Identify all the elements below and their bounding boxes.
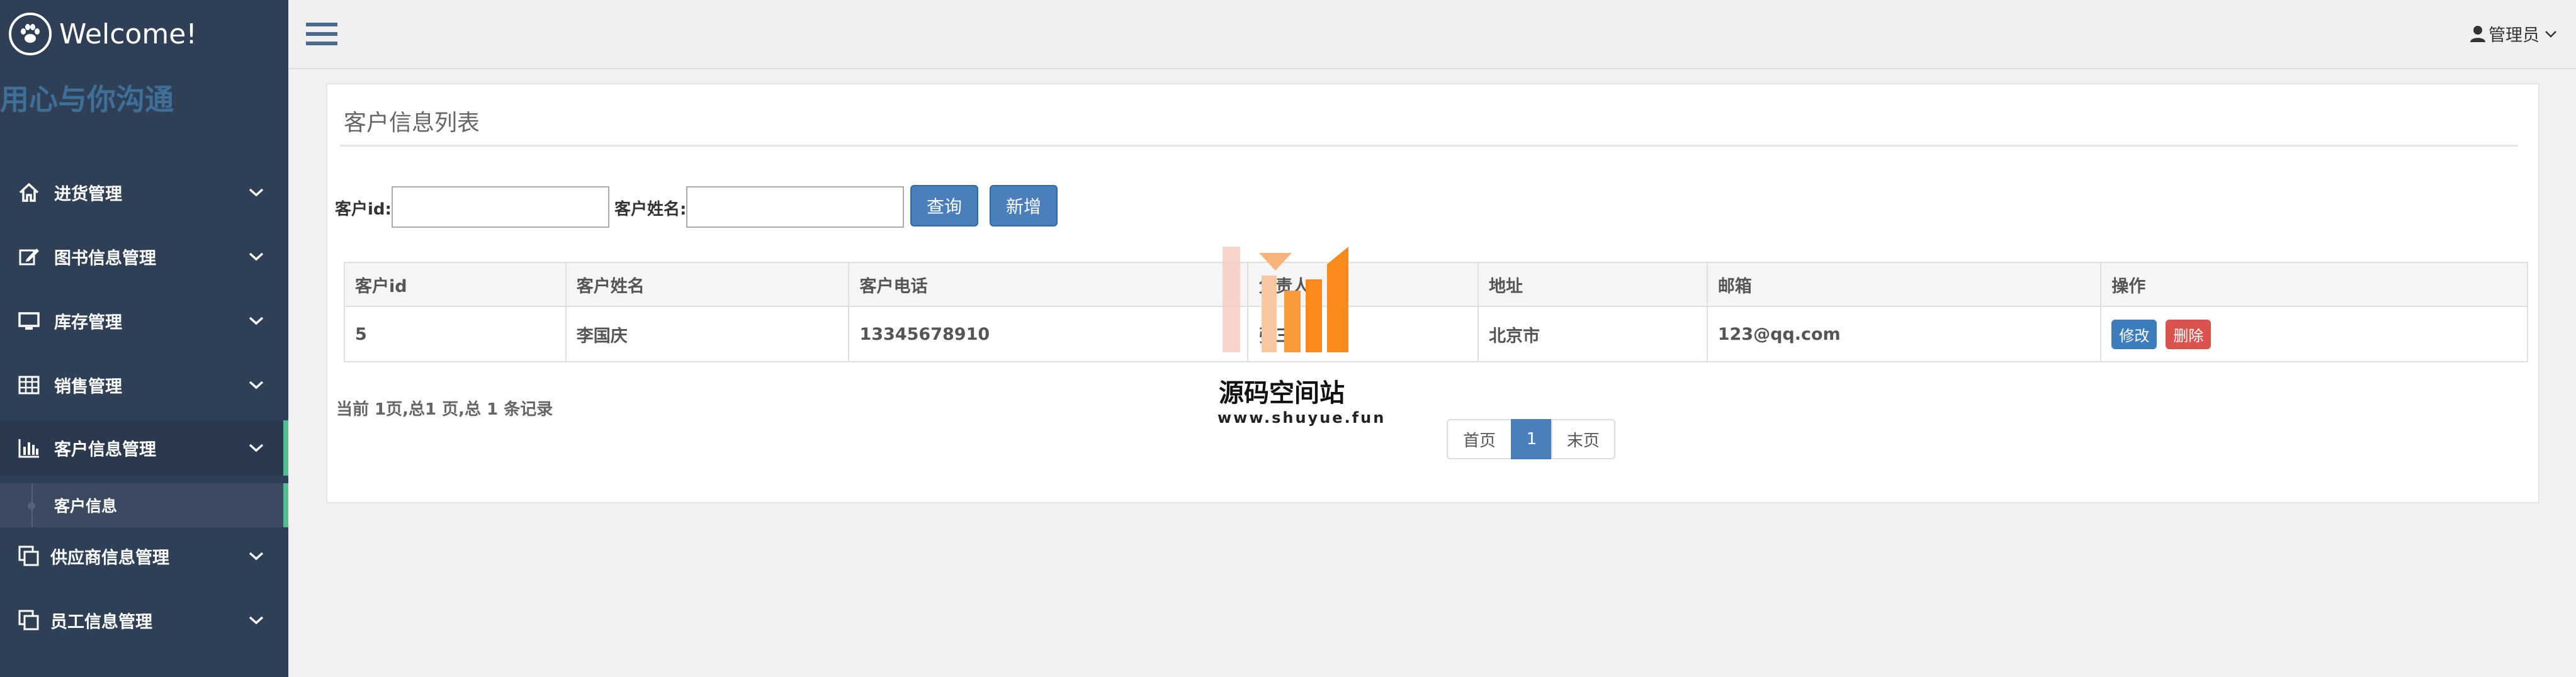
copy-icon [18,546,39,566]
cell-address: 北京市 [1477,306,1708,362]
sidebar: Welcome! 用心与你沟通 进货管理 图书信息管理 库存管理 销售管理 客户… [0,0,288,677]
chevron-down-icon [249,316,264,325]
sidebar-item-customers[interactable]: 客户信息管理 [0,420,288,476]
monitor-icon [18,312,40,330]
paw-logo-icon [9,13,52,55]
current-page-button[interactable]: 1 [1511,419,1552,459]
table-icon [18,376,40,394]
edit-icon [19,249,39,266]
table-row: 5 李国庆 13345678910 张三 北京市 123@qq.com 修改删除 [344,306,2528,362]
column-header: 操作 [2100,262,2528,307]
sidebar-item-label: 图书信息管理 [54,249,156,269]
delete-button[interactable]: 删除 [2166,319,2212,349]
pagination-info: 当前 1页,总1 页,总 1 条记录 [336,400,553,419]
sidebar-item-label: 员工信息管理 [50,612,152,632]
sidebar-item-label: 库存管理 [54,313,122,333]
customer-table: 客户id 客户姓名 客户电话 负责人 地址 邮箱 操作 5 李国庆 133456… [344,262,2528,362]
column-header: 客户电话 [848,262,1249,307]
slogan: 用心与你沟通 [0,82,174,116]
chevron-down-icon [249,552,264,561]
sidebar-item-employees[interactable]: 员工信息管理 [0,593,288,648]
cell-customer-name: 李国庆 [565,306,850,362]
user-name: 管理员 [2488,26,2539,45]
bar-chart-icon [18,439,39,458]
chevron-down-icon [249,616,264,625]
sidebar-subitem-label: 客户信息 [54,497,118,515]
brand-title: Welcome! [59,18,197,50]
cell-customer-id: 5 [344,306,567,362]
chevron-down-icon [249,252,264,261]
first-page-button[interactable]: 首页 [1447,419,1512,459]
search-form: 客户id: 客户姓名: 查询 新增 [335,185,2475,229]
column-header: 邮箱 [1706,262,2102,307]
watermark-url: www.shuyue.fun [1217,409,1386,427]
sidebar-item-label: 销售管理 [54,377,122,397]
chevron-down-icon [249,381,264,389]
cell-actions: 修改 删除 [2100,306,2528,362]
page-title: 客户信息列表 [344,110,480,136]
divider [340,145,2518,147]
sidebar-subitem-customer-info[interactable]: 客户信息 [0,483,288,527]
tree-dot [28,502,35,510]
customer-id-label: 客户id: [335,200,392,219]
column-header: 地址 [1477,262,1708,307]
top-header: 管理员 [288,0,2576,69]
sidebar-item-sales[interactable]: 销售管理 [0,357,288,413]
sidebar-item-inventory[interactable]: 库存管理 [0,293,288,349]
watermark-logo-icon [1223,247,1348,352]
user-icon [2470,25,2485,42]
sidebar-item-suppliers[interactable]: 供应商信息管理 [0,529,288,584]
brand: Welcome! [9,11,197,57]
cell-customer-phone: 13345678910 [848,306,1249,362]
watermark-title: 源码空间站 [1219,379,1345,408]
pagination: 首页 1 末页 [1447,419,1615,459]
query-button[interactable]: 查询 [910,185,978,227]
add-button[interactable]: 新增 [990,185,1058,227]
menu-toggle-icon[interactable] [306,20,337,48]
customer-name-input[interactable] [686,186,904,228]
edit-button[interactable]: 修改 [2111,319,2157,349]
user-menu[interactable]: 管理员 [2470,21,2557,46]
chevron-down-icon [2545,30,2556,38]
table-header-row: 客户id 客户姓名 客户电话 负责人 地址 邮箱 操作 [344,262,2528,307]
column-header: 客户姓名 [565,262,850,307]
customer-id-input[interactable] [392,186,609,228]
column-header: 客户id [344,262,567,307]
copy-icon [18,610,39,630]
chevron-down-icon [249,444,264,452]
sidebar-item-purchase[interactable]: 进货管理 [0,165,288,220]
chevron-down-icon [249,188,264,197]
customer-list-panel: 客户信息列表 客户id: 客户姓名: 查询 新增 客户id 客户姓名 客户电话 … [326,83,2539,503]
sidebar-item-label: 进货管理 [54,184,122,204]
cell-email: 123@qq.com [1706,306,2102,362]
sidebar-item-label: 客户信息管理 [54,440,156,460]
sidebar-item-books[interactable]: 图书信息管理 [0,229,288,284]
customer-name-label: 客户姓名: [614,200,687,219]
sidebar-item-label: 供应商信息管理 [50,548,169,568]
home-icon [19,182,39,202]
last-page-button[interactable]: 末页 [1551,419,1615,459]
